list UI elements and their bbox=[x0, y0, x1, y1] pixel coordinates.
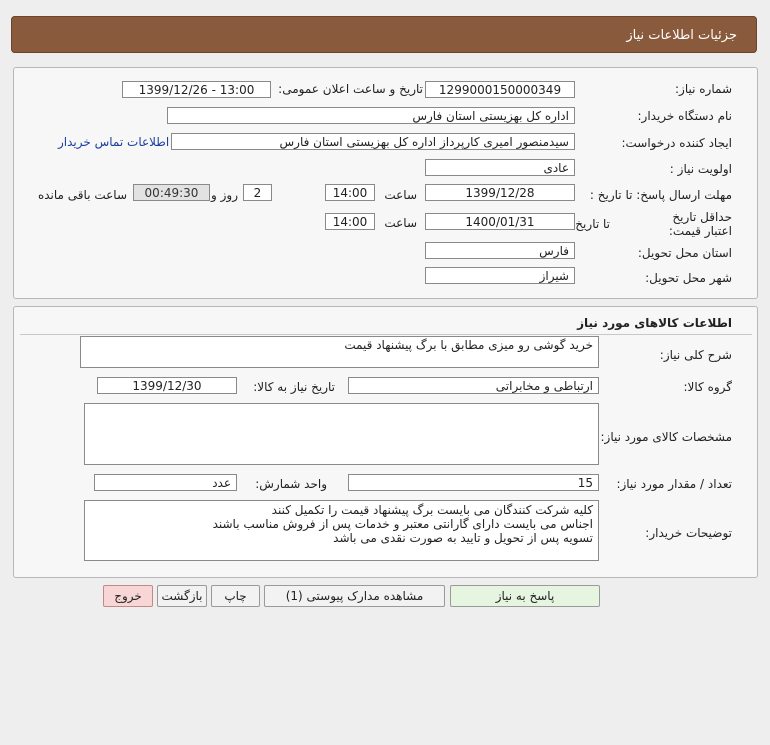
view-attachments-button[interactable]: مشاهده مدارک پیوستی (1) bbox=[264, 585, 445, 607]
quantity-field: 15 bbox=[348, 474, 599, 491]
buyer-notes-field: کلیه شرکت کنندگان می بایست برگ پیشنهاد ق… bbox=[84, 500, 599, 561]
print-button[interactable]: چاپ bbox=[211, 585, 260, 607]
deadline-time-label: ساعت bbox=[384, 188, 417, 202]
section-divider bbox=[20, 334, 752, 335]
remaining-time-field: 00:49:30 bbox=[133, 184, 210, 201]
province-field: فارس bbox=[425, 242, 575, 259]
unit-field: عدد bbox=[94, 474, 237, 491]
priority-field: عادی bbox=[425, 159, 575, 176]
description-field: خرید گوشی رو میزی مطابق با برگ پیشنهاد ق… bbox=[80, 336, 599, 368]
goods-group-field: ارتباطی و مخابراتی bbox=[348, 377, 599, 394]
announce-label: تاریخ و ساعت اعلان عمومی: bbox=[278, 82, 423, 96]
unit-label: واحد شمارش: bbox=[255, 477, 327, 491]
specs-label: مشخصات کالای مورد نیاز: bbox=[600, 430, 732, 444]
goods-group-label: گروه کالا: bbox=[683, 380, 733, 394]
page-title: جزئیات اطلاعات نیاز bbox=[626, 28, 737, 43]
back-button[interactable]: بازگشت bbox=[157, 585, 207, 607]
remaining-days-field: 2 bbox=[243, 184, 272, 201]
description-label: شرح کلی نیاز: bbox=[659, 348, 732, 362]
need-number-label: شماره نیاز: bbox=[675, 82, 732, 96]
need-date-label: تاریخ نیاز به کالا: bbox=[253, 380, 335, 394]
page-header: جزئیات اطلاعات نیاز bbox=[11, 16, 757, 53]
validity-time-field: 14:00 bbox=[325, 213, 375, 230]
priority-label: اولویت نیاز : bbox=[669, 162, 732, 176]
province-label: استان محل تحویل: bbox=[637, 246, 732, 260]
validity-label: حداقل تاریخ اعتبار قیمت: bbox=[668, 210, 732, 238]
reply-button[interactable]: پاسخ به نیاز bbox=[450, 585, 600, 607]
deadline-date-field: 1399/12/28 bbox=[425, 184, 575, 201]
buyer-contact-link[interactable]: اطلاعات تماس خریدار bbox=[58, 135, 169, 149]
city-field: شیراز bbox=[425, 267, 575, 284]
days-label: روز و bbox=[211, 188, 238, 202]
quantity-label: تعداد / مقدار مورد نیاز: bbox=[616, 477, 732, 491]
deadline-time-field: 14:00 bbox=[325, 184, 375, 201]
need-date-field: 1399/12/30 bbox=[97, 377, 237, 394]
need-info-panel bbox=[13, 67, 758, 299]
remaining-label: ساعت باقی مانده bbox=[37, 188, 127, 202]
buyer-label: نام دستگاه خریدار: bbox=[637, 109, 733, 123]
creator-field: سیدمنصور امیری کارپرداز اداره کل بهزیستی… bbox=[171, 133, 575, 150]
creator-label: ایجاد کننده درخواست: bbox=[621, 136, 732, 150]
goods-section-title: اطلاعات کالاهای مورد نیاز bbox=[577, 316, 732, 330]
announce-field: 1399/12/26 - 13:00 bbox=[122, 81, 271, 98]
city-label: شهر محل تحویل: bbox=[645, 271, 732, 285]
buyer-field: اداره کل بهزیستی استان فارس bbox=[167, 107, 575, 124]
exit-button[interactable]: خروج bbox=[103, 585, 153, 607]
deadline-label: مهلت ارسال پاسخ: تا تاریخ : bbox=[589, 188, 732, 202]
need-number-field: 1299000150000349 bbox=[425, 81, 575, 98]
validity-time-label: ساعت bbox=[384, 216, 417, 230]
buyer-notes-label: توضیحات خریدار: bbox=[645, 526, 732, 540]
specs-field bbox=[84, 403, 599, 465]
validity-date-field: 1400/01/31 bbox=[425, 213, 575, 230]
